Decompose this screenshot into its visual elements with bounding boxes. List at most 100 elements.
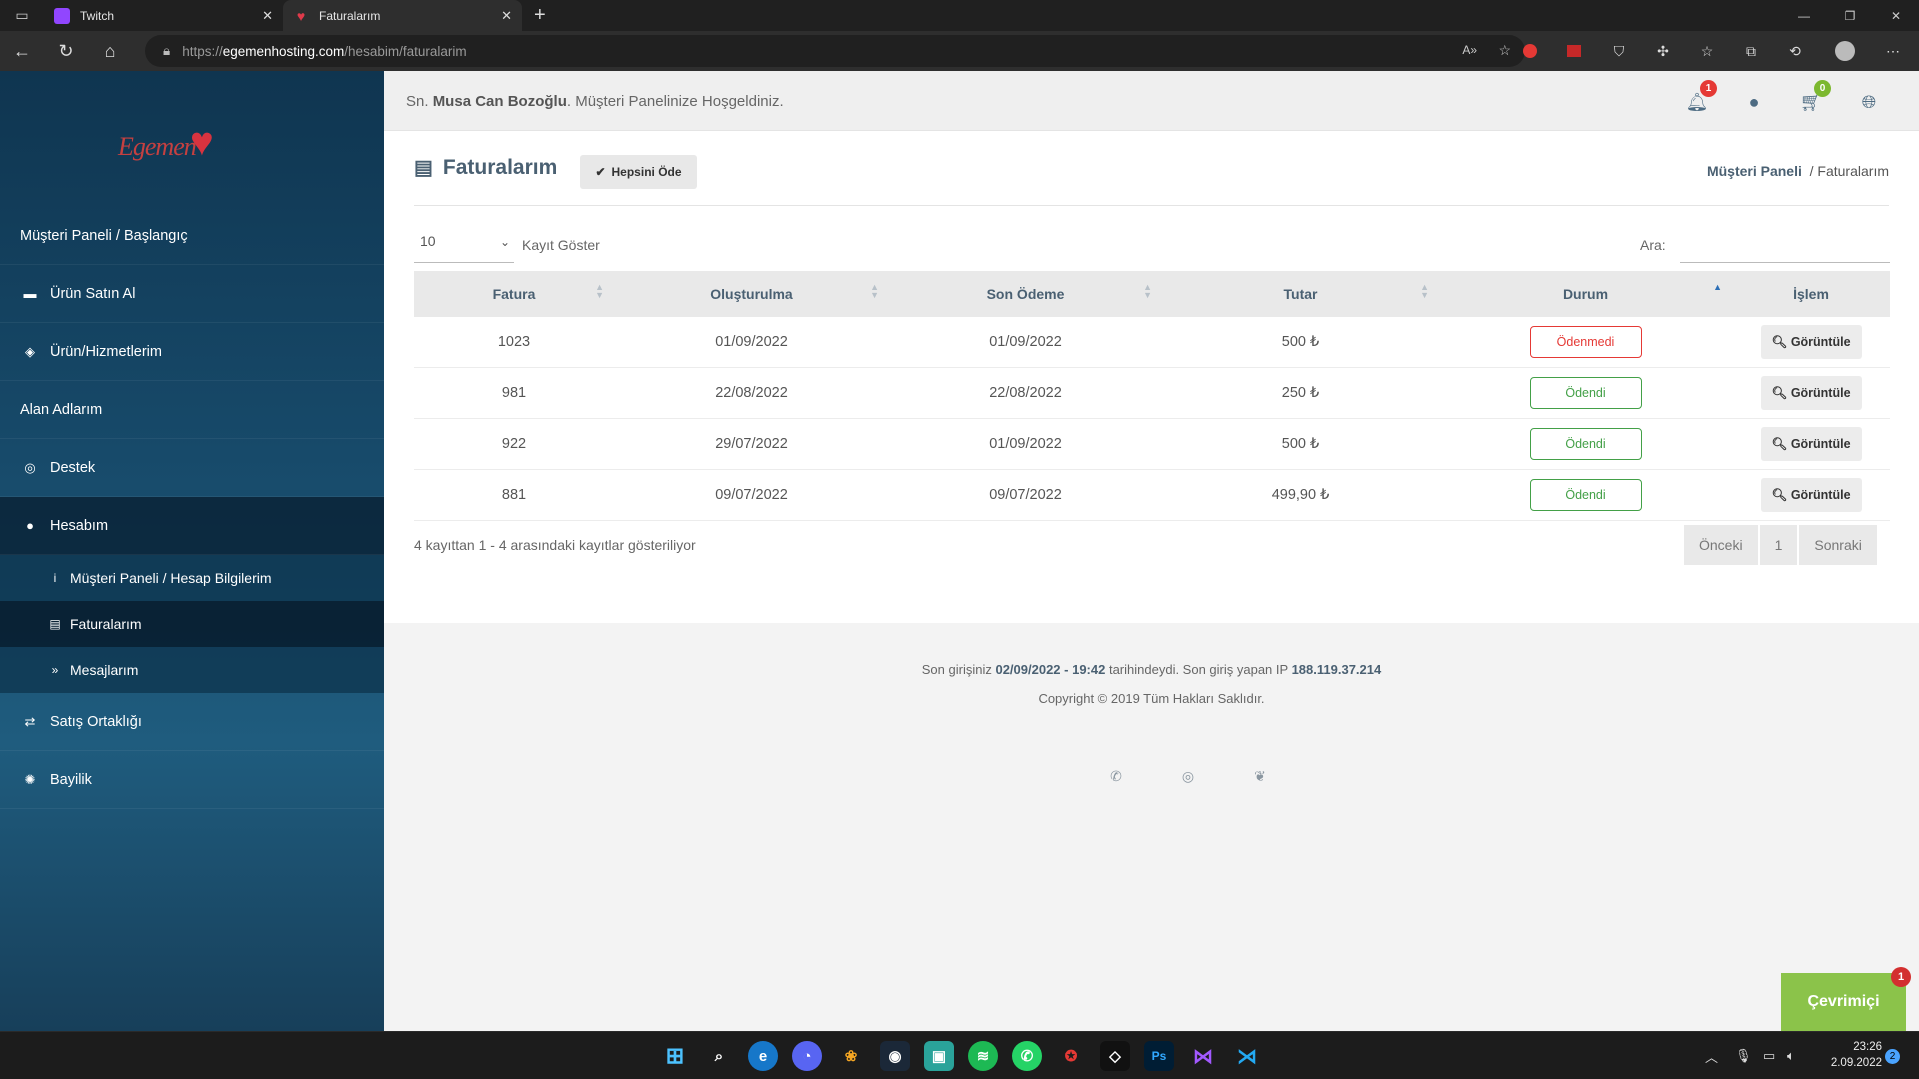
invoice-id: 881 — [501, 487, 527, 503]
sidebar-item-support[interactable]: ◎ Destek — [0, 439, 384, 497]
more-menu-icon[interactable]: ⋯ — [1876, 31, 1910, 71]
spotify-icon[interactable]: ≋ — [968, 1041, 998, 1071]
sidebar-subitem-invoices[interactable]: ▤ Faturalarım — [0, 601, 384, 647]
sidebar-item-services[interactable]: ◈ Ürün/Hizmetlerim — [0, 323, 384, 381]
search-input[interactable] — [1680, 227, 1890, 263]
close-window-icon[interactable]: ✕ — [1873, 0, 1919, 31]
tab-actions-icon[interactable]: ▭ — [0, 0, 44, 31]
view-button[interactable]: 🔍︎ Görüntüle — [1760, 427, 1862, 461]
visual-studio-icon[interactable]: ⋈ — [1188, 1041, 1218, 1071]
history-icon[interactable]: ⟲ — [1778, 31, 1812, 71]
globe-icon[interactable]: 🌐︎ — [1855, 88, 1883, 116]
sidebar-item-label: Alan Adlarım — [20, 401, 103, 418]
breadcrumb-root[interactable]: Müşteri Paneli — [1707, 163, 1802, 179]
view-button[interactable]: 🔍︎ Görüntüle — [1760, 478, 1862, 512]
sidebar-item-buy-product[interactable]: ▬ Ürün Satın Al — [0, 265, 384, 323]
sidebar-item-dashboard[interactable]: Müşteri Paneli / Başlangıç — [0, 207, 384, 265]
profile-avatar-icon[interactable] — [1828, 31, 1862, 71]
minimize-icon[interactable]: — — [1781, 0, 1827, 31]
view-button[interactable]: 🔍︎ Görüntüle — [1760, 325, 1862, 359]
home-icon[interactable]: ⌂ — [88, 31, 132, 71]
close-tab-icon[interactable]: ✕ — [262, 8, 273, 24]
search-label: Ara: — [1640, 237, 1666, 253]
amount: 500 ₺ — [1281, 334, 1320, 350]
clock[interactable]: 23:26 2.09.2022 — [1812, 1039, 1882, 1071]
vscode-icon[interactable]: ⋊ — [1232, 1041, 1262, 1071]
tab-twitch[interactable]: Twitch ✕ — [44, 0, 283, 31]
new-tab-button[interactable]: + — [522, 0, 558, 31]
pay-all-button[interactable]: ✔ Hepsini Öde — [580, 155, 697, 189]
taskbar: ⊞ ⌕ e ◔ ❀ ◉ ▣ ≋ ✆ ✪ ◇ Ps ⋈ ⋊ ︿ 🎙︎ ▭ 🔈︎ 2… — [0, 1031, 1919, 1079]
steam-icon[interactable]: ◉ — [880, 1041, 910, 1071]
extensions-puzzle-icon[interactable]: ✣ — [1646, 31, 1680, 71]
photoshop-icon[interactable]: Ps — [1144, 1041, 1174, 1071]
user-icon[interactable]: ● — [1740, 88, 1768, 116]
column-header-created[interactable]: Oluşturulma ▲ ▼ — [614, 283, 889, 303]
windows-start-icon[interactable]: ⊞ — [660, 1041, 690, 1071]
back-icon[interactable]: ← — [0, 31, 44, 71]
column-header-status[interactable]: Durum ▲ — [1439, 283, 1732, 303]
prev-page-button[interactable]: Önceki — [1684, 525, 1758, 565]
sidebar-subitem-account-info[interactable]: i Müşteri Paneli / Hesap Bilgilerim — [0, 555, 384, 601]
logo-text: Egemen — [118, 132, 197, 161]
notification-badge: 1 — [1700, 80, 1717, 97]
whatsapp-icon[interactable]: ✆ — [1106, 766, 1126, 786]
sidebar-item-label: Satış Ortaklığı — [50, 713, 142, 730]
search-icon[interactable]: ⌕ — [704, 1041, 734, 1071]
tab-faturalarim[interactable]: ♥ Faturalarım ✕ — [283, 0, 522, 31]
refresh-icon[interactable]: ↻ — [44, 31, 88, 71]
tray-overflow-icon[interactable]: ︿ — [1705, 1032, 1718, 1079]
sidebar-item-domains[interactable]: Alan Adlarım — [0, 381, 384, 439]
sidebar-item-reseller[interactable]: ✺ Bayilik — [0, 751, 384, 809]
extension-red-icon[interactable] — [1557, 31, 1591, 71]
invoice-id: 922 — [501, 436, 527, 452]
cart-icon[interactable]: 🛒︎ 0 — [1797, 80, 1831, 116]
sort-icon: ▲ ▼ — [1420, 282, 1429, 300]
read-aloud-icon[interactable]: A» — [1462, 43, 1477, 57]
sidebar-subitem-messages[interactable]: » Mesajlarım — [0, 647, 384, 693]
volume-icon[interactable]: 🔈︎ — [1787, 1032, 1795, 1079]
search-icon: 🔍︎ — [1771, 335, 1788, 349]
discord-icon[interactable]: ◔ — [792, 1041, 822, 1071]
app-icon[interactable]: ▣ — [924, 1041, 954, 1071]
game-icon[interactable]: ✪ — [1056, 1041, 1086, 1071]
sidebar-item-account[interactable]: ● Hesabım — [0, 497, 384, 555]
whatsapp-icon[interactable]: ✆ — [1012, 1041, 1042, 1071]
notification-bell-icon[interactable]: 🔔︎ 1 — [1683, 80, 1717, 116]
site-logo[interactable]: Egemen ♥ — [118, 122, 268, 164]
heart-icon: ♥ — [296, 7, 306, 24]
search-icon: 🔍︎ — [1771, 488, 1788, 502]
instagram-icon[interactable]: ◎ — [1178, 766, 1198, 786]
twitter-icon[interactable]: ❦ — [1250, 766, 1270, 786]
page-length-select[interactable]: 10 ⌄ — [414, 227, 514, 263]
page-1-button[interactable]: 1 — [1759, 525, 1798, 565]
copyright: Copyright © 2019 Tüm Hakları Saklıdır. — [1038, 691, 1265, 706]
next-page-button[interactable]: Sonraki — [1799, 525, 1877, 565]
favorites-icon[interactable]: ☆ — [1690, 31, 1724, 71]
close-tab-icon[interactable]: ✕ — [501, 8, 512, 24]
column-header-amount[interactable]: Tutar ▲ ▼ — [1162, 282, 1439, 303]
network-icon[interactable]: ▭ — [1763, 1032, 1775, 1079]
epic-icon[interactable]: ◇ — [1100, 1041, 1130, 1071]
column-header-due[interactable]: Son Ödeme ▲ ▼ — [889, 283, 1162, 303]
column-header-fatura[interactable]: Fatura ▲ ▼ — [414, 283, 614, 303]
address-bar[interactable]: 🔒︎ https://egemenhosting.com/hesabim/fat… — [145, 35, 1525, 67]
restore-icon[interactable]: ❐ — [1827, 0, 1873, 31]
live-chat-button[interactable]: Çevrimiçi 1 — [1781, 967, 1911, 1031]
edge-icon[interactable]: e — [748, 1041, 778, 1071]
view-button[interactable]: 🔍︎ Görüntüle — [1760, 376, 1862, 410]
collections-icon[interactable]: ⧉ — [1734, 31, 1768, 71]
page-length-label: Kayıt Göster — [522, 237, 600, 253]
sidebar-item-affiliate[interactable]: ⇄ Satış Ortaklığı — [0, 693, 384, 751]
microphone-icon[interactable]: 🎙︎ — [1735, 1032, 1752, 1079]
notification-center-badge[interactable]: 2 — [1885, 1049, 1900, 1064]
double-chevron-icon: » — [51, 663, 59, 677]
photos-icon[interactable]: ❀ — [836, 1041, 866, 1071]
sidebar-item-label: Hesabım — [50, 517, 109, 534]
table-row: 1023 01/09/2022 01/09/2022 500 ₺ Ödenmed… — [414, 317, 1890, 368]
extension-shield-icon[interactable] — [1513, 31, 1547, 71]
shield-icon[interactable]: ⛉ — [1602, 31, 1636, 71]
favorite-star-icon[interactable]: ☆ — [1498, 42, 1511, 59]
window-controls: — ❐ ✕ — [1781, 0, 1919, 31]
table-row: 981 22/08/2022 22/08/2022 250 ₺ Ödendi 🔍… — [414, 368, 1890, 419]
